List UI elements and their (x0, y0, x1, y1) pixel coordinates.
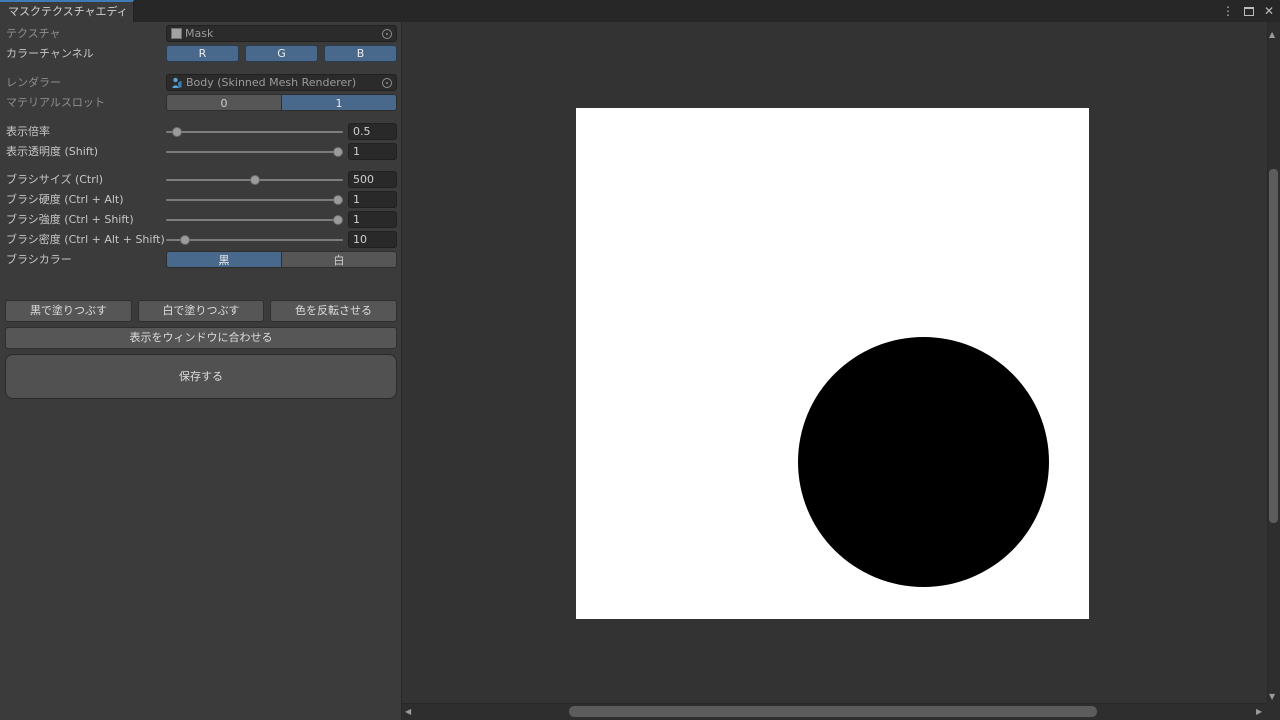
channel-b-button[interactable]: B (324, 45, 397, 62)
material-slot-toggle: 0 1 (166, 94, 397, 111)
close-icon[interactable]: ✕ (1264, 4, 1274, 18)
texture-object-field[interactable]: Mask (166, 25, 397, 42)
color-channel-label: カラーチャンネル (6, 45, 94, 62)
brush-size-value[interactable]: 500 (348, 171, 397, 188)
texture-object-name: Mask (185, 27, 382, 40)
slider-track (166, 239, 343, 241)
scroll-up-icon[interactable]: ▲ (1269, 31, 1275, 39)
horizontal-scrollbar-thumb[interactable] (569, 706, 1097, 717)
brush-hardness-row: ブラシ硬度 (Ctrl + Alt) 1 (0, 191, 401, 208)
brush-size-label: ブラシサイズ (Ctrl) (6, 171, 103, 188)
fill-white-button[interactable]: 白で塗りつぶす (138, 300, 264, 322)
slider-thumb[interactable] (333, 215, 343, 225)
slider-track (166, 151, 343, 153)
renderer-label: レンダラー (6, 74, 61, 91)
display-scale-slider[interactable] (166, 123, 343, 140)
brush-size-row: ブラシサイズ (Ctrl) 500 (0, 171, 401, 188)
brush-hardness-label: ブラシ硬度 (Ctrl + Alt) (6, 191, 124, 208)
maximize-icon[interactable] (1244, 7, 1254, 16)
display-opacity-row: 表示透明度 (Shift) 1 (0, 143, 401, 160)
save-button[interactable]: 保存する (5, 354, 397, 399)
invert-color-button[interactable]: 色を反転させる (270, 300, 397, 322)
display-scale-label: 表示倍率 (6, 123, 50, 140)
mask-texture-canvas[interactable] (576, 108, 1089, 619)
scroll-down-icon[interactable]: ▼ (1269, 693, 1275, 701)
renderer-object-field[interactable]: Body (Skinned Mesh Renderer) (166, 74, 397, 91)
channel-r-button[interactable]: R (166, 45, 239, 62)
brush-color-white-button[interactable]: 白 (281, 252, 396, 267)
display-scale-row: 表示倍率 0.5 (0, 123, 401, 140)
material-slot-0-button[interactable]: 0 (167, 95, 281, 110)
brush-density-label: ブラシ密度 (Ctrl + Alt + Shift) (6, 231, 165, 248)
object-picker-icon[interactable] (382, 29, 392, 39)
renderer-object-name: Body (Skinned Mesh Renderer) (186, 76, 382, 89)
window-controls: ⋮ ✕ (1222, 0, 1274, 22)
brush-strength-value[interactable]: 1 (348, 211, 397, 228)
tab-mask-texture-editor[interactable]: マスクテクスチャエディター (0, 0, 134, 22)
display-scale-value[interactable]: 0.5 (348, 123, 397, 140)
slider-thumb[interactable] (172, 127, 182, 137)
brush-hardness-value[interactable]: 1 (348, 191, 397, 208)
brush-density-value[interactable]: 10 (348, 231, 397, 248)
slider-track (166, 219, 343, 221)
vertical-scrollbar-thumb[interactable] (1269, 169, 1278, 523)
texture-thumbnail-icon (171, 28, 182, 39)
window-menu-icon[interactable]: ⋮ (1222, 4, 1234, 18)
material-slot-label: マテリアルスロット (6, 94, 105, 111)
display-opacity-slider[interactable] (166, 143, 343, 160)
slider-thumb[interactable] (180, 235, 190, 245)
skinned-mesh-renderer-icon (171, 77, 183, 89)
slider-thumb[interactable] (333, 195, 343, 205)
scroll-left-icon[interactable]: ◀ (405, 708, 411, 716)
slider-track (166, 131, 343, 133)
fill-black-button[interactable]: 黒で塗りつぶす (5, 300, 132, 322)
fit-to-window-button[interactable]: 表示をウィンドウに合わせる (5, 327, 397, 349)
brush-color-black-button[interactable]: 黒 (167, 252, 281, 267)
tab-bar: マスクテクスチャエディター ⋮ ✕ (0, 0, 1280, 22)
settings-panel: テクスチャ Mask カラーチャンネル R G B レンダラー Body (Sk… (0, 22, 401, 720)
brush-color-toggle: 黒 白 (166, 251, 397, 268)
texture-label: テクスチャ (6, 25, 61, 42)
slider-track (166, 199, 343, 201)
brush-size-slider[interactable] (166, 171, 343, 188)
brush-hardness-slider[interactable] (166, 191, 343, 208)
brush-density-row: ブラシ密度 (Ctrl + Alt + Shift) 10 (0, 231, 401, 248)
scroll-right-icon[interactable]: ▶ (1256, 708, 1262, 716)
brush-strength-row: ブラシ強度 (Ctrl + Shift) 1 (0, 211, 401, 228)
brush-density-slider[interactable] (166, 231, 343, 248)
slider-thumb[interactable] (250, 175, 260, 185)
painted-circle (798, 337, 1049, 587)
brush-strength-slider[interactable] (166, 211, 343, 228)
material-slot-1-button[interactable]: 1 (281, 95, 396, 110)
brush-strength-label: ブラシ強度 (Ctrl + Shift) (6, 211, 134, 228)
scrollbar-corner (1267, 703, 1280, 720)
brush-color-label: ブラシカラー (6, 251, 72, 268)
display-opacity-label: 表示透明度 (Shift) (6, 143, 98, 160)
object-picker-icon[interactable] (382, 78, 392, 88)
channel-g-button[interactable]: G (245, 45, 318, 62)
display-opacity-value[interactable]: 1 (348, 143, 397, 160)
slider-thumb[interactable] (333, 147, 343, 157)
